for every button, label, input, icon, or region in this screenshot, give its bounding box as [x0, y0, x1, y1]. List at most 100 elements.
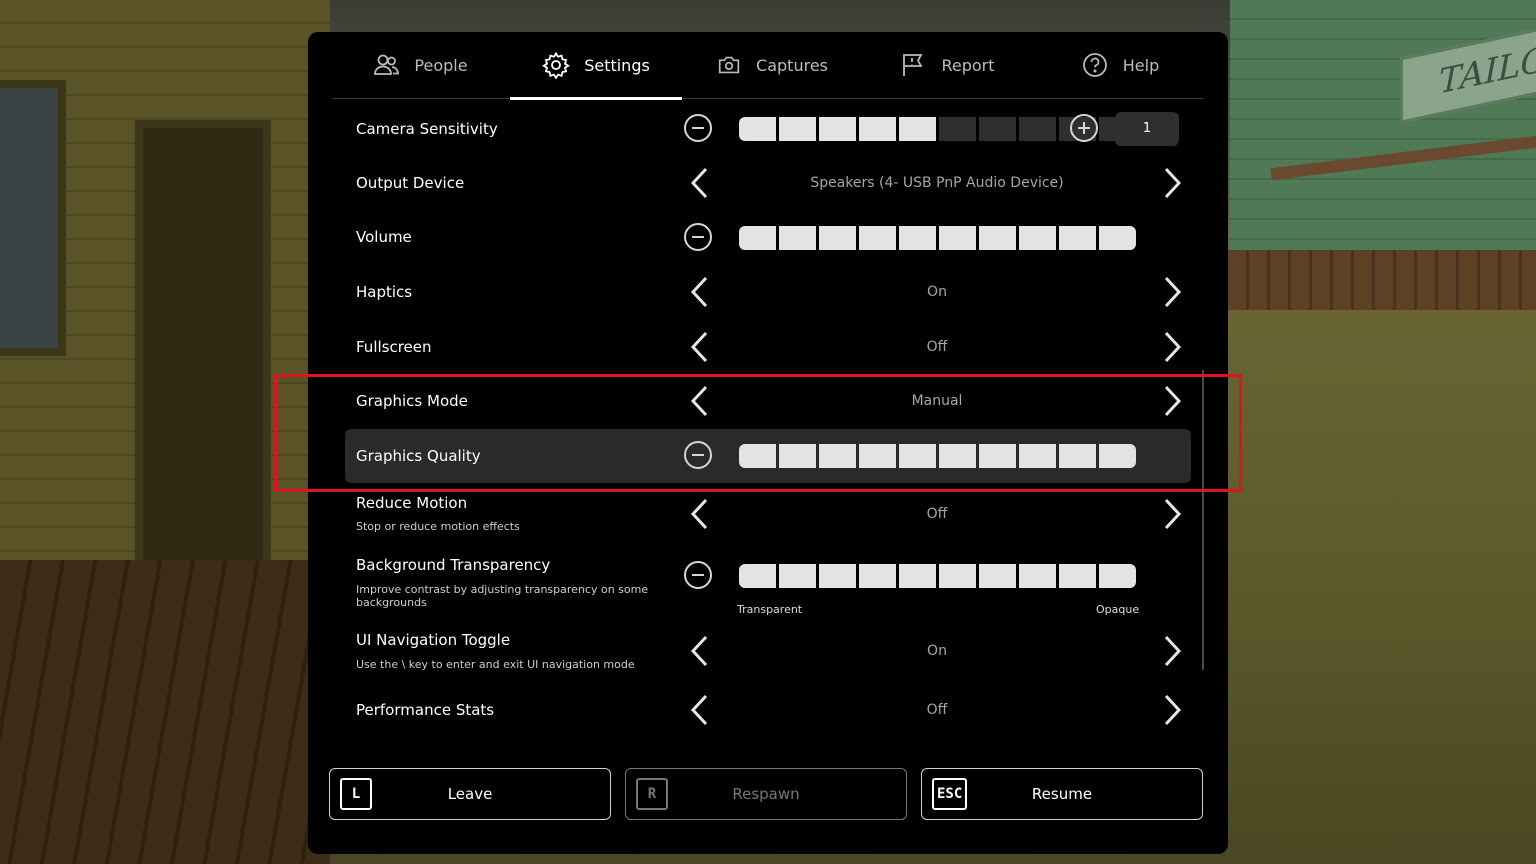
- chevron-left-icon: [690, 167, 708, 199]
- slider-segment[interactable]: [939, 564, 976, 588]
- respawn-button[interactable]: R Respawn: [625, 768, 907, 820]
- right-deck: [1228, 250, 1536, 310]
- chevron-left-icon: [690, 498, 708, 530]
- setting-label: UI Navigation Toggle: [356, 631, 511, 649]
- slider-segment[interactable]: [899, 564, 936, 588]
- slider-segment[interactable]: [899, 226, 936, 250]
- slider-segment[interactable]: [859, 117, 896, 141]
- setting-row-background-transparency: Background Transparency Improve contrast…: [345, 549, 1191, 621]
- slider-segment[interactable]: [979, 226, 1016, 250]
- slider-segment[interactable]: [859, 226, 896, 250]
- setting-value: On: [927, 284, 947, 300]
- slider-segment[interactable]: [739, 226, 776, 250]
- sign-text: TAILO: [1439, 39, 1536, 103]
- setting-value: Speakers (4- USB PnP Audio Device): [810, 175, 1064, 191]
- slider-segment[interactable]: [779, 564, 816, 588]
- slider-segment[interactable]: [1019, 226, 1056, 250]
- slider-segment[interactable]: [1059, 226, 1096, 250]
- slider-segment[interactable]: [819, 117, 856, 141]
- slider-segment[interactable]: [819, 564, 856, 588]
- setting-description: Improve contrast by adjusting transparen…: [356, 583, 649, 609]
- slider-max-label: Opaque: [1096, 603, 1140, 616]
- decrease-button[interactable]: [684, 561, 712, 589]
- setting-value: Off: [926, 506, 948, 522]
- chevron-right-icon: [1164, 276, 1182, 308]
- next-option-button[interactable]: [1159, 634, 1185, 668]
- previous-option-button[interactable]: [687, 166, 713, 200]
- slider-segment[interactable]: [1099, 226, 1136, 250]
- slider-segment[interactable]: [1099, 564, 1136, 588]
- slider-segment[interactable]: [1019, 117, 1056, 141]
- slider-min-label: Transparent: [737, 603, 803, 616]
- slider-segment[interactable]: [739, 117, 776, 141]
- camera-sensitivity-value-input[interactable]: 1: [1115, 112, 1179, 146]
- chevron-left-icon: [690, 635, 708, 667]
- next-option-button[interactable]: [1159, 275, 1185, 309]
- slider-segment[interactable]: [979, 117, 1016, 141]
- previous-option-button[interactable]: [687, 497, 713, 531]
- slider-segment[interactable]: [739, 564, 776, 588]
- increase-button[interactable]: [1070, 114, 1098, 142]
- building-window: [0, 80, 66, 356]
- setting-description: Use the \ key to enter and exit UI navig…: [356, 658, 635, 671]
- tab-settings[interactable]: Settings: [510, 32, 682, 100]
- tab-report[interactable]: Report: [898, 32, 996, 98]
- slider-segment[interactable]: [779, 226, 816, 250]
- tab-label: Help: [1122, 55, 1160, 75]
- slider-segment[interactable]: [939, 117, 976, 141]
- tab-label: Report: [941, 55, 995, 75]
- slider-segment[interactable]: [939, 226, 976, 250]
- slider-segment[interactable]: [859, 564, 896, 588]
- flag-icon: [903, 54, 923, 76]
- previous-option-button[interactable]: [687, 693, 713, 727]
- resume-button[interactable]: ESC Resume: [921, 768, 1203, 820]
- button-label: Respawn: [732, 785, 800, 803]
- setting-label: Performance Stats: [356, 701, 495, 719]
- previous-option-button[interactable]: [687, 330, 713, 364]
- next-option-button[interactable]: [1159, 497, 1185, 531]
- chevron-right-icon: [1164, 331, 1182, 363]
- volume-slider[interactable]: [739, 226, 1136, 250]
- chevron-right-icon: [1164, 635, 1182, 667]
- setting-label: Background Transparency: [356, 556, 551, 574]
- tab-help[interactable]: Help: [1080, 32, 1160, 98]
- slider-segment[interactable]: [779, 117, 816, 141]
- previous-option-button[interactable]: [687, 275, 713, 309]
- setting-value: Off: [926, 702, 948, 718]
- setting-row-volume: Volume: [345, 210, 1191, 264]
- tab-label: Settings: [584, 55, 650, 75]
- tailor-sign: TAILO: [1400, 22, 1536, 124]
- slider-segment[interactable]: [899, 117, 936, 141]
- chevron-left-icon: [690, 331, 708, 363]
- next-option-button[interactable]: [1159, 330, 1185, 364]
- leave-button[interactable]: L Leave: [329, 768, 611, 820]
- question-icon: [1082, 53, 1107, 77]
- setting-description: Stop or reduce motion effects: [356, 520, 520, 533]
- decrease-button[interactable]: [684, 114, 712, 142]
- slider-segment[interactable]: [819, 226, 856, 250]
- next-option-button[interactable]: [1159, 693, 1185, 727]
- previous-option-button[interactable]: [687, 634, 713, 668]
- setting-label: Camera Sensitivity: [356, 120, 498, 138]
- decrease-button[interactable]: [684, 223, 712, 251]
- chevron-right-icon: [1164, 167, 1182, 199]
- setting-row-fullscreen: Fullscreen Off: [345, 319, 1191, 373]
- tab-label: People: [414, 55, 468, 75]
- tab-bar: People Settings Captures Report Help: [332, 32, 1204, 100]
- slider-segment[interactable]: [1059, 564, 1096, 588]
- tab-captures[interactable]: Captures: [716, 32, 828, 98]
- setting-row-camera-sensitivity: Camera Sensitivity 1: [345, 102, 1191, 156]
- next-option-button[interactable]: [1159, 166, 1185, 200]
- tab-people[interactable]: People: [372, 32, 468, 98]
- setting-value: On: [927, 643, 947, 659]
- slider-segment[interactable]: [1019, 564, 1056, 588]
- setting-value: Off: [926, 339, 948, 355]
- setting-label: Haptics: [356, 283, 413, 301]
- chevron-right-icon: [1164, 498, 1182, 530]
- building-door: [135, 120, 271, 606]
- setting-label: Volume: [356, 228, 412, 246]
- button-label: Resume: [1031, 785, 1093, 803]
- highlight-annotation-box: [274, 374, 1242, 492]
- slider-segment[interactable]: [979, 564, 1016, 588]
- background-transparency-slider[interactable]: [739, 564, 1136, 588]
